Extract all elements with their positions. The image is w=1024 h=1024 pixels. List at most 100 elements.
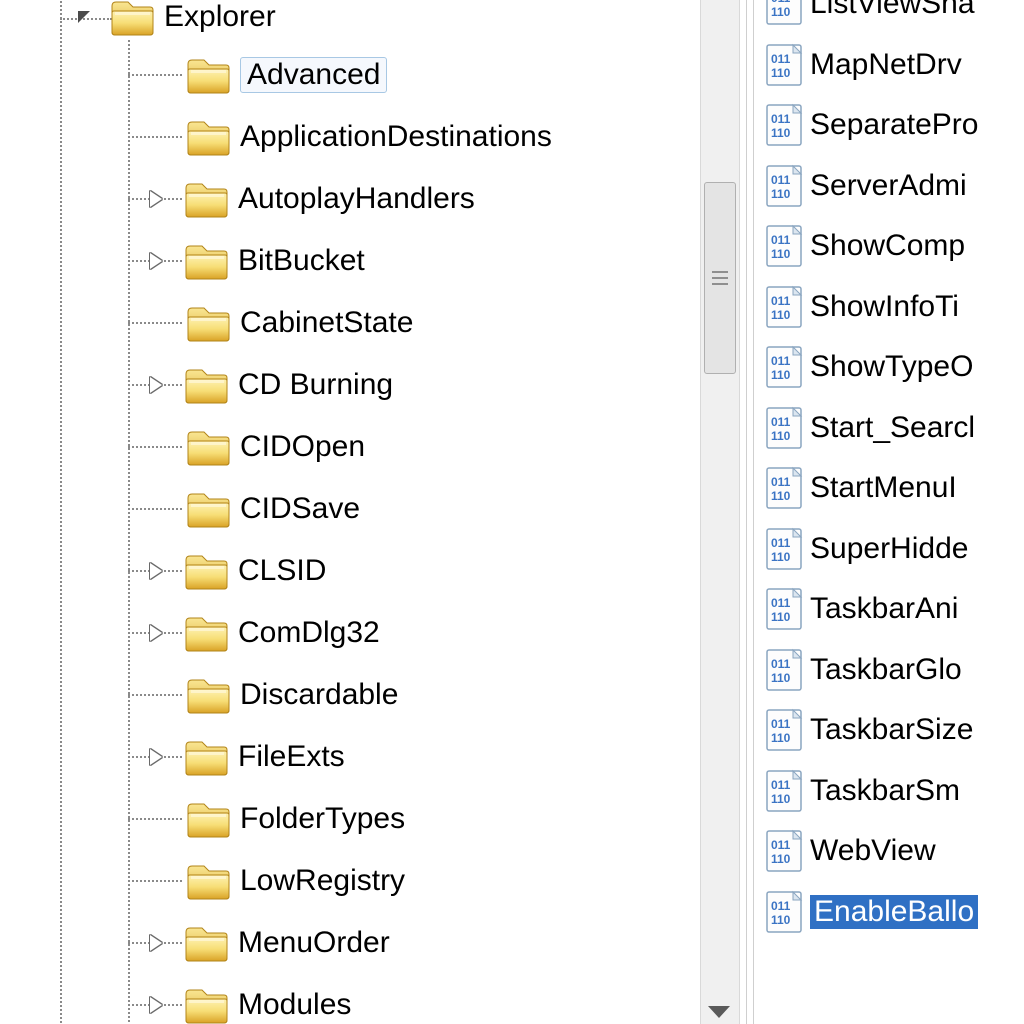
- tree-node-label: ApplicationDestinations: [240, 120, 552, 154]
- registry-value-name: StartMenuI: [810, 471, 957, 505]
- tree-node[interactable]: CabinetState: [150, 298, 413, 348]
- folder-icon: [186, 676, 230, 714]
- registry-value-row[interactable]: EnableBallo: [764, 886, 978, 938]
- tree-node[interactable]: Discardable: [150, 670, 398, 720]
- tree-node[interactable]: FolderTypes: [150, 794, 405, 844]
- tree-node[interactable]: AutoplayHandlers: [150, 174, 475, 224]
- folder-icon: [186, 428, 230, 466]
- registry-value-name: Start_Searcl: [810, 411, 975, 445]
- dword-icon: [764, 587, 804, 631]
- dword-icon: [764, 406, 804, 450]
- registry-value-name: EnableBallo: [810, 895, 978, 929]
- tree-node[interactable]: FileExts: [150, 732, 345, 782]
- scrollbar-thumb[interactable]: [704, 182, 736, 374]
- folder-icon: [184, 924, 228, 962]
- registry-value-row[interactable]: ListViewSha: [764, 0, 975, 30]
- tree-node[interactable]: CLSID: [150, 546, 326, 596]
- tree-node[interactable]: Advanced: [150, 50, 387, 100]
- registry-value-row[interactable]: TaskbarAni: [764, 583, 958, 635]
- expander-closed-icon[interactable]: [150, 377, 162, 393]
- registry-value-row[interactable]: TaskbarGlo: [764, 644, 962, 696]
- scrollbar-down-arrow-icon[interactable]: [708, 1006, 730, 1018]
- dword-icon: [764, 43, 804, 87]
- registry-value-row[interactable]: StartMenuI: [764, 462, 957, 514]
- expander-closed-icon[interactable]: [150, 563, 162, 579]
- dword-icon: [764, 164, 804, 208]
- registry-value-row[interactable]: TaskbarSm: [764, 765, 960, 817]
- dword-icon: [764, 466, 804, 510]
- registry-value-name: ServerAdmi: [810, 169, 967, 203]
- tree-node-label: CD Burning: [238, 368, 393, 402]
- tree-node[interactable]: BitBucket: [150, 236, 365, 286]
- registry-value-row[interactable]: TaskbarSize: [764, 704, 973, 756]
- registry-value-name: ShowTypeO: [810, 350, 973, 384]
- registry-value-name: WebView: [810, 834, 936, 868]
- folder-icon: [186, 304, 230, 342]
- pane-divider[interactable]: [746, 0, 754, 1024]
- tree-node-label: CLSID: [238, 554, 326, 588]
- registry-value-row[interactable]: MapNetDrv: [764, 39, 962, 91]
- registry-value-name: SuperHidde: [810, 532, 968, 566]
- tree-node[interactable]: MenuOrder: [150, 918, 390, 968]
- registry-value-name: TaskbarGlo: [810, 653, 962, 687]
- registry-value-row[interactable]: ServerAdmi: [764, 160, 967, 212]
- expander-closed-icon[interactable]: [150, 191, 162, 207]
- values-pane: ListViewSha MapNetDrv SeparatePro ServerAdm…: [756, 0, 1024, 1024]
- registry-value-row[interactable]: Start_Searcl: [764, 402, 975, 454]
- tree-node-label: Modules: [238, 988, 351, 1022]
- dword-icon: [764, 103, 804, 147]
- tree-node[interactable]: ApplicationDestinations: [150, 112, 552, 162]
- tree-node[interactable]: LowRegistry: [150, 856, 405, 906]
- registry-value-name: ShowInfoTi: [810, 290, 959, 324]
- folder-icon: [186, 800, 230, 838]
- tree-node-label: Advanced: [240, 57, 387, 93]
- dword-icon: [764, 648, 804, 692]
- tree-node-label: FolderTypes: [240, 802, 405, 836]
- tree-node-label: LowRegistry: [240, 864, 405, 898]
- registry-value-row[interactable]: SuperHidde: [764, 523, 968, 575]
- registry-value-name: ShowComp: [810, 229, 965, 263]
- registry-editor-view: Explorer Advanced ApplicationDestinations…: [0, 0, 1024, 1024]
- tree-node-label: Explorer: [164, 0, 276, 34]
- expander-closed-icon[interactable]: [150, 625, 162, 641]
- dword-icon: [764, 890, 804, 934]
- tree-node[interactable]: ComDlg32: [150, 608, 380, 658]
- registry-value-name: TaskbarAni: [810, 592, 958, 626]
- tree-node-label: MenuOrder: [238, 926, 390, 960]
- tree-node-label: CabinetState: [240, 306, 413, 340]
- expander-closed-icon[interactable]: [150, 749, 162, 765]
- registry-value-row[interactable]: ShowComp: [764, 220, 965, 272]
- tree-node-label: CIDOpen: [240, 430, 365, 464]
- tree-node[interactable]: Modules: [150, 980, 351, 1024]
- dword-icon: [764, 345, 804, 389]
- dword-icon: [764, 708, 804, 752]
- tree-node[interactable]: CIDSave: [150, 484, 360, 534]
- tree-node[interactable]: CD Burning: [150, 360, 393, 410]
- registry-value-row[interactable]: ShowInfoTi: [764, 281, 959, 333]
- tree-node-label: AutoplayHandlers: [238, 182, 475, 216]
- registry-value-name: SeparatePro: [810, 108, 978, 142]
- tree-node[interactable]: CIDOpen: [150, 422, 365, 472]
- expander-closed-icon[interactable]: [150, 997, 162, 1013]
- expander-open-icon[interactable]: [78, 11, 90, 23]
- folder-icon: [186, 490, 230, 528]
- folder-icon: [184, 552, 228, 590]
- dword-icon: [764, 224, 804, 268]
- registry-value-row[interactable]: WebView: [764, 825, 936, 877]
- registry-value-row[interactable]: ShowTypeO: [764, 341, 973, 393]
- folder-icon: [186, 118, 230, 156]
- folder-icon: [184, 614, 228, 652]
- tree-node-explorer[interactable]: Explorer: [78, 0, 276, 42]
- expander-closed-icon[interactable]: [150, 253, 162, 269]
- folder-icon: [184, 366, 228, 404]
- folder-icon: [184, 180, 228, 218]
- expander-closed-icon[interactable]: [150, 935, 162, 951]
- dword-icon: [764, 527, 804, 571]
- tree-scrollbar[interactable]: [700, 0, 740, 1024]
- registry-value-name: ListViewSha: [810, 0, 975, 21]
- registry-value-row[interactable]: SeparatePro: [764, 99, 978, 151]
- tree-node-label: Discardable: [240, 678, 398, 712]
- dword-icon: [764, 285, 804, 329]
- tree-node-label: ComDlg32: [238, 616, 380, 650]
- folder-icon: [110, 0, 154, 36]
